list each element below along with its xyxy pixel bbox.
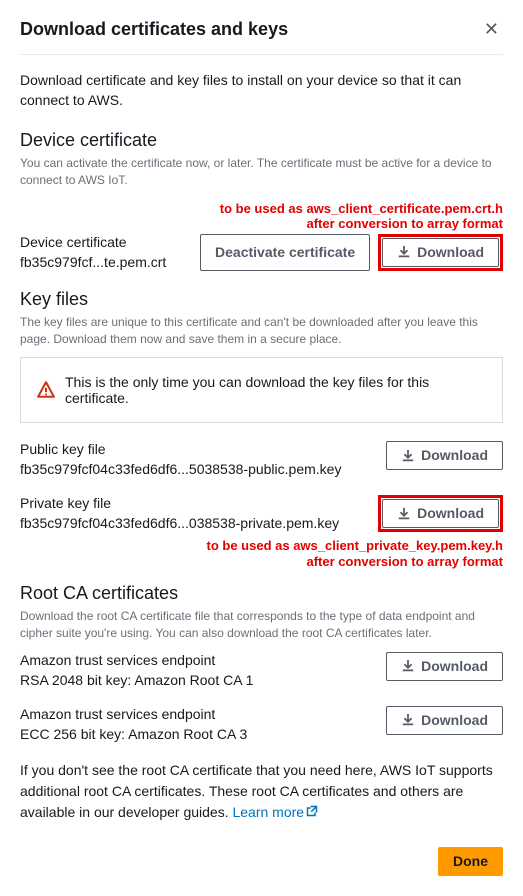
device-cert-download-button[interactable]: Download [382, 238, 499, 267]
modal-footer: Done [20, 847, 503, 876]
modal-title: Download certificates and keys [20, 19, 288, 40]
device-cert-annotation: to be used as aws_client_certificate.pem… [220, 201, 503, 232]
deactivate-cert-button[interactable]: Deactivate certificate [200, 234, 370, 271]
download-icon [397, 245, 411, 259]
key-files-alert: This is the only time you can download t… [20, 357, 503, 423]
download-icon [401, 713, 415, 727]
key-files-alert-text: This is the only time you can download t… [65, 374, 486, 406]
intro-text: Download certificate and key files to in… [20, 71, 503, 110]
private-key-row: Private key file fb35c979fcf04c33fed6df6… [20, 495, 503, 532]
private-key-label: Private key file [20, 495, 366, 511]
device-cert-desc: You can activate the certificate now, or… [20, 155, 503, 189]
private-key-download-button[interactable]: Download [382, 499, 499, 528]
root-ca-footnote: If you don't see the root CA certificate… [20, 760, 503, 823]
root-ca-3-row: Amazon trust services endpoint ECC 256 b… [20, 706, 503, 742]
root-ca-3-download-button[interactable]: Download [386, 706, 503, 735]
download-certs-modal: Download certificates and keys ✕ Downloa… [0, 0, 523, 896]
root-ca-1-label: Amazon trust services endpoint [20, 652, 374, 668]
private-key-annotation: to be used as aws_client_private_key.pem… [207, 538, 504, 569]
modal-header: Download certificates and keys ✕ [20, 16, 503, 55]
root-ca-3-label: Amazon trust services endpoint [20, 706, 374, 722]
device-cert-row: Device certificate fb35c979fcf...te.pem.… [20, 234, 503, 271]
done-button[interactable]: Done [438, 847, 503, 876]
download-icon [401, 659, 415, 673]
public-key-row: Public key file fb35c979fcf04c33fed6df6.… [20, 441, 503, 477]
private-key-value: fb35c979fcf04c33fed6df6...038538-private… [20, 515, 366, 531]
key-files-heading: Key files [20, 289, 503, 310]
warning-icon [37, 381, 55, 399]
device-cert-download-highlight: Download [378, 234, 503, 271]
close-icon: ✕ [484, 19, 499, 39]
learn-more-link[interactable]: Learn more [232, 804, 318, 820]
download-icon [397, 507, 411, 521]
close-button[interactable]: ✕ [480, 16, 503, 42]
device-cert-heading: Device certificate [20, 130, 503, 151]
external-link-icon [306, 805, 318, 817]
device-cert-label: Device certificate [20, 234, 188, 250]
device-cert-value: fb35c979fcf...te.pem.crt [20, 254, 188, 270]
public-key-value: fb35c979fcf04c33fed6df6...5038538-public… [20, 461, 374, 477]
root-ca-1-download-button[interactable]: Download [386, 652, 503, 681]
root-ca-1-row: Amazon trust services endpoint RSA 2048 … [20, 652, 503, 688]
root-ca-heading: Root CA certificates [20, 583, 503, 604]
public-key-label: Public key file [20, 441, 374, 457]
root-ca-3-value: ECC 256 bit key: Amazon Root CA 3 [20, 726, 374, 742]
private-key-download-highlight: Download [378, 495, 503, 532]
root-ca-desc: Download the root CA certificate file th… [20, 608, 503, 642]
public-key-download-button[interactable]: Download [386, 441, 503, 470]
key-files-desc: The key files are unique to this certifi… [20, 314, 503, 348]
download-icon [401, 449, 415, 463]
root-ca-1-value: RSA 2048 bit key: Amazon Root CA 1 [20, 672, 374, 688]
